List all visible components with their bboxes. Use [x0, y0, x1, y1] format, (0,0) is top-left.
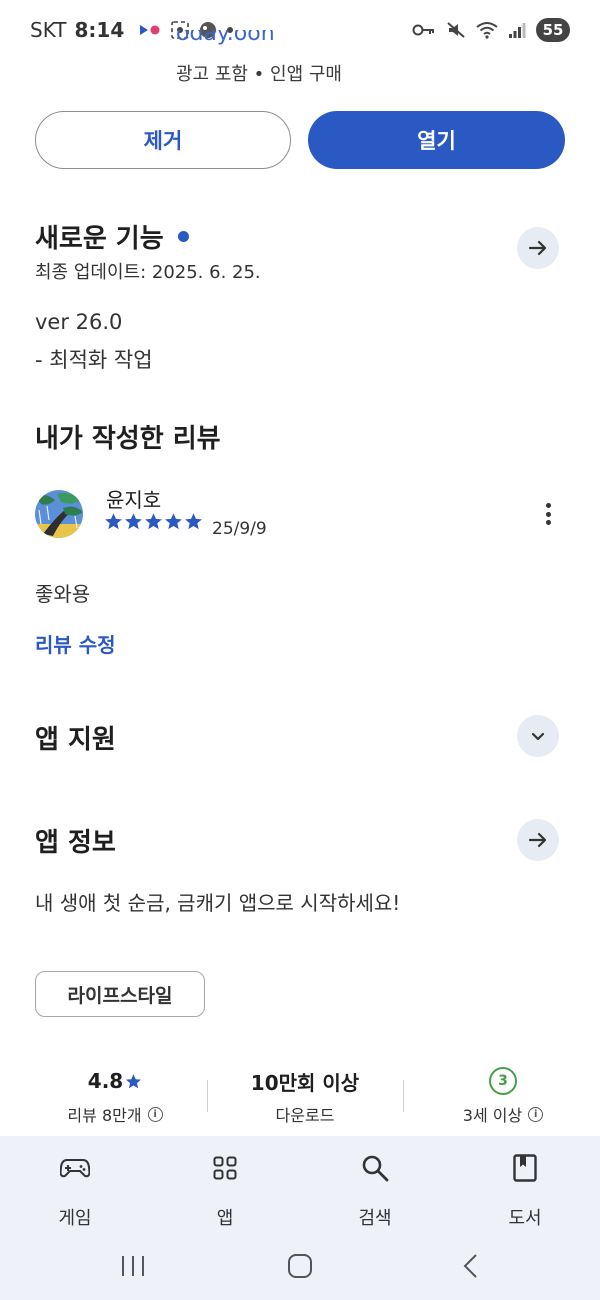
downloads-stat: 10만회 이상 다운로드 — [220, 1066, 390, 1126]
whats-new-title: 새로운 기능 — [35, 224, 164, 254]
nav-item-search[interactable]: 검색 — [335, 1152, 415, 1230]
rating-stat[interactable]: 4.8 리뷰 8만개 i — [30, 1066, 200, 1126]
star-icon — [165, 513, 182, 530]
home-button[interactable] — [285, 1248, 315, 1284]
category-chip[interactable]: 라이프스타일 — [35, 971, 205, 1017]
recents-icon — [122, 1256, 144, 1276]
edit-review-link[interactable]: 리뷰 수정 — [35, 629, 116, 658]
new-indicator-dot — [177, 231, 189, 242]
whats-new-arrow-button[interactable] — [517, 227, 559, 269]
star-icon — [145, 513, 162, 530]
system-nav-bar — [0, 1248, 600, 1284]
nav-label-search: 검색 — [358, 1208, 392, 1229]
info-icon: i — [528, 1106, 544, 1122]
rating-value: 4.8 — [87, 1069, 124, 1093]
star-icon — [126, 1073, 142, 1088]
rating-count: 리뷰 8만개 — [67, 1106, 142, 1125]
nav-label-books: 도서 — [508, 1208, 542, 1229]
nav-label-games: 게임 — [58, 1208, 92, 1229]
apps-grid-icon — [213, 1156, 237, 1180]
app-support-expand-button[interactable] — [517, 715, 559, 757]
back-icon — [463, 1254, 477, 1278]
chevron-down-icon — [531, 732, 545, 741]
last-updated: 최종 업데이트: 2025. 6. 25. — [35, 262, 261, 283]
nav-item-games[interactable]: 게임 — [35, 1152, 115, 1230]
my-review-title: 내가 작성한 리뷰 — [35, 424, 221, 454]
home-icon — [288, 1254, 312, 1278]
update-note: - 최적화 작업 — [35, 348, 153, 372]
wifi-icon — [476, 22, 498, 39]
clock: 8:14 — [74, 18, 125, 42]
app-title-cut: oday.oon — [176, 30, 275, 46]
more-vert-icon — [545, 503, 551, 508]
nav-label-apps: 앱 — [216, 1208, 234, 1229]
key-icon — [412, 24, 434, 36]
star-icon — [125, 513, 142, 530]
nav-item-books[interactable]: 도서 — [485, 1152, 565, 1230]
search-icon — [362, 1155, 389, 1182]
status-bar: SKT 8:14 55 — [0, 0, 600, 60]
avatar — [35, 490, 83, 538]
gamepad-icon — [60, 1159, 90, 1178]
star-icon — [105, 513, 122, 530]
more-options-button[interactable] — [536, 498, 560, 530]
arrow-right-icon — [528, 832, 547, 848]
downloads-label: 다운로드 — [275, 1106, 335, 1125]
media-indicator-icon — [140, 25, 160, 35]
divider — [403, 1080, 404, 1112]
arrow-right-icon — [528, 240, 547, 256]
reviewer-name: 윤지호 — [106, 488, 162, 512]
signal-icon — [509, 23, 526, 38]
age-rating-stat[interactable]: 3 3세 이상 i — [418, 1066, 588, 1126]
app-info-title[interactable]: 앱 정보 — [35, 822, 116, 859]
book-icon — [513, 1154, 537, 1182]
battery-indicator: 55 — [536, 18, 570, 42]
downloads-value: 10만회 이상 — [250, 1070, 360, 1095]
app-info-arrow-button[interactable] — [517, 819, 559, 861]
carrier-label: SKT — [30, 18, 67, 42]
app-support-title[interactable]: 앱 지원 — [35, 719, 116, 756]
stats-row: 4.8 리뷰 8만개 i 10만회 이상 다운로드 3 3세 이상 i — [0, 1066, 600, 1136]
star-icon — [185, 513, 202, 530]
review-date: 25/9/9 — [212, 519, 267, 539]
recents-button[interactable] — [118, 1248, 148, 1284]
age-rating-badge: 3 — [489, 1067, 517, 1095]
back-button[interactable] — [455, 1248, 485, 1284]
divider — [207, 1080, 208, 1112]
review-text: 좋와용 — [35, 582, 91, 606]
star-rating — [104, 512, 203, 531]
version-text: ver 26.0 — [35, 310, 123, 334]
whats-new-section[interactable]: 새로운 기능 — [35, 218, 189, 255]
mute-icon — [447, 22, 465, 38]
open-button[interactable]: 열기 — [308, 111, 565, 169]
app-meta: 광고 포함 • 인앱 구매 — [176, 64, 342, 85]
age-rating-label: 3세 이상 — [462, 1106, 523, 1125]
app-description: 내 생애 첫 순금, 금캐기 앱으로 시작하세요! — [35, 891, 401, 915]
info-icon: i — [147, 1106, 163, 1122]
nav-item-apps[interactable]: 앱 — [185, 1152, 265, 1230]
remove-button[interactable]: 제거 — [35, 111, 291, 169]
